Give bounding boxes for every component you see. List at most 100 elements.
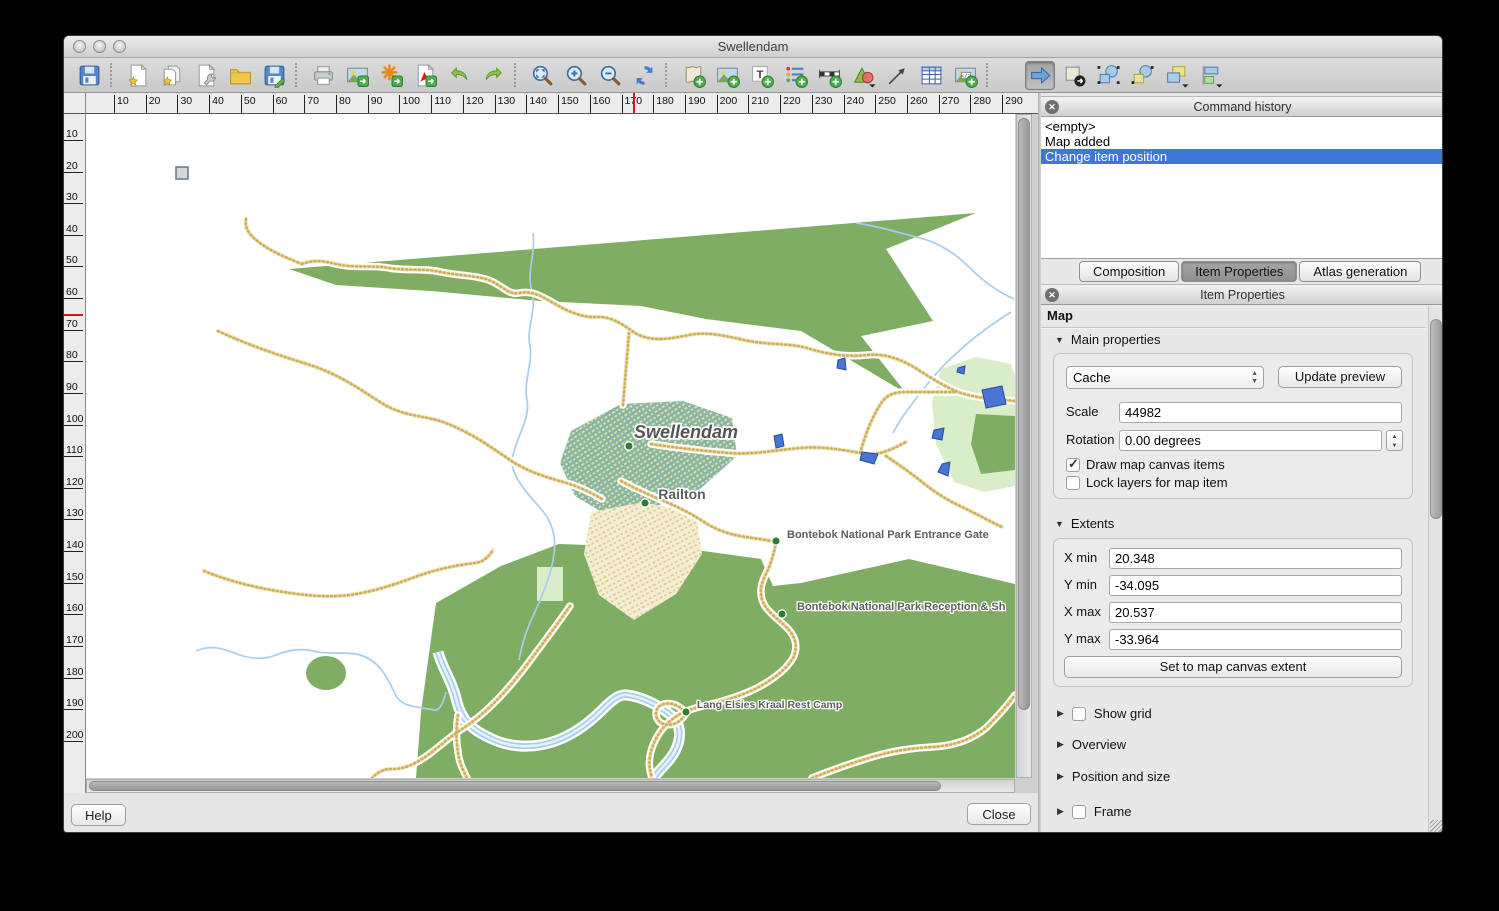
section-position-and-size[interactable]: ▶Position and size	[1057, 769, 1170, 784]
ruler-tick-label: 130	[498, 95, 516, 107]
show-grid-checkbox[interactable]	[1072, 707, 1086, 721]
new-composition-button[interactable]	[123, 61, 153, 90]
panel-vertical-scrollbar[interactable]	[1428, 306, 1443, 832]
redo-icon	[481, 63, 506, 88]
add-arrow-button[interactable]	[882, 61, 912, 90]
move-item-content-button[interactable]	[1059, 61, 1089, 90]
canvas-horizontal-scrollbar[interactable]	[86, 779, 1015, 793]
save-composition-button[interactable]	[74, 61, 104, 90]
collapse-triangle-icon: ▶	[1057, 771, 1064, 782]
composition-paper[interactable]: SwellendamRailtonBontebok National Park …	[86, 114, 1015, 778]
command-history-item[interactable]: <empty>	[1041, 119, 1443, 134]
lock-layers-row[interactable]: Lock layers for map item	[1066, 475, 1228, 490]
close-dock-icon[interactable]: ✕	[1045, 288, 1059, 302]
close-window-button[interactable]	[73, 40, 86, 53]
main-properties-header[interactable]: ▼ Main properties	[1055, 332, 1161, 347]
load-template-button[interactable]	[225, 61, 255, 90]
draw-map-canvas-items-row[interactable]: Draw map canvas items	[1066, 457, 1225, 472]
ruler-tick	[64, 488, 83, 489]
item-properties-dock-header: ✕ Item Properties	[1041, 284, 1443, 305]
zoom-full-icon	[530, 63, 555, 88]
zoom-full-button[interactable]	[527, 61, 557, 90]
map-item-selection-handle[interactable]	[176, 167, 188, 179]
ruler-tick	[64, 140, 83, 141]
align-selected-items-button[interactable]	[1195, 61, 1225, 90]
map-item[interactable]: SwellendamRailtonBontebok National Park …	[86, 114, 1015, 778]
add-legend-button[interactable]	[780, 61, 810, 90]
composition-canvas[interactable]: SwellendamRailtonBontebok National Park …	[86, 114, 1038, 793]
section-show-grid[interactable]: ▶Show grid	[1057, 706, 1152, 721]
place-marker-dot	[682, 708, 690, 716]
command-history-item[interactable]: Change item position	[1041, 149, 1443, 164]
add-html-frame-button[interactable]: </>	[950, 61, 980, 90]
rotation-spinner[interactable]: ▲▼	[1386, 430, 1403, 451]
ruler-tick	[64, 425, 83, 426]
redo-button[interactable]	[478, 61, 508, 90]
draw-map-canvas-items-checkbox[interactable]	[1066, 458, 1080, 472]
zoom-out-button[interactable]	[595, 61, 625, 90]
x-min-input[interactable]: 20.348	[1109, 548, 1402, 569]
save-as-template-button[interactable]	[259, 61, 289, 90]
ruler-tick-label: 30	[180, 95, 192, 107]
set-to-map-canvas-extent-button[interactable]: Set to map canvas extent	[1064, 656, 1402, 678]
print-button[interactable]	[308, 61, 338, 90]
window-resize-grip[interactable]	[1430, 820, 1443, 833]
undo-button[interactable]	[444, 61, 474, 90]
y-max-input[interactable]: -33.964	[1109, 629, 1402, 650]
tab-item-properties[interactable]: Item Properties	[1181, 261, 1297, 282]
tab-atlas-generation[interactable]: Atlas generation	[1299, 261, 1421, 282]
composer-manager-button[interactable]	[191, 61, 221, 90]
help-button[interactable]: Help	[71, 804, 126, 826]
refresh-view-button[interactable]	[629, 61, 659, 90]
lock-layers-checkbox[interactable]	[1066, 476, 1080, 490]
duplicate-composition-button[interactable]	[157, 61, 187, 90]
ruler-tick-label: 120	[66, 476, 84, 488]
rotation-label: Rotation	[1066, 432, 1114, 447]
close-button[interactable]: Close	[967, 803, 1031, 825]
ungroup-items-button[interactable]	[1127, 61, 1157, 90]
ruler-tick	[970, 95, 971, 113]
export-image-button[interactable]	[342, 61, 372, 90]
ruler-tick-label: 250	[878, 95, 896, 107]
add-new-map-button[interactable]	[678, 61, 708, 90]
ruler-tick	[64, 709, 83, 710]
titlebar[interactable]: Swellendam	[64, 36, 1442, 58]
add-attribute-table-button[interactable]	[916, 61, 946, 90]
add-scalebar-button[interactable]	[814, 61, 844, 90]
scale-input[interactable]: 44982	[1119, 402, 1402, 423]
frame-checkbox[interactable]	[1072, 805, 1086, 819]
ruler-tick	[64, 330, 83, 331]
section-frame[interactable]: ▶Frame	[1057, 804, 1131, 819]
group-items-button[interactable]	[1093, 61, 1123, 90]
minimize-window-button[interactable]	[93, 40, 106, 53]
x-max-input[interactable]: 20.537	[1109, 602, 1402, 623]
canvas-vertical-scrollbar[interactable]	[1016, 114, 1032, 778]
update-preview-button[interactable]: Update preview	[1278, 366, 1402, 388]
section-overview[interactable]: ▶Overview	[1057, 737, 1126, 752]
ruler-tick-label: 70	[66, 318, 78, 330]
ruler-tick	[64, 519, 83, 520]
extents-header[interactable]: ▼ Extents	[1055, 516, 1114, 531]
close-dock-icon[interactable]: ✕	[1045, 100, 1059, 114]
rotation-input[interactable]: 0.00 degrees	[1119, 430, 1382, 451]
collapse-triangle-icon: ▼	[1055, 519, 1064, 529]
command-history-item[interactable]: Map added	[1041, 134, 1443, 149]
add-scalebar-icon	[817, 63, 842, 88]
export-pdf-button[interactable]	[410, 61, 440, 90]
ruler-tick-label: 20	[66, 160, 78, 172]
tab-composition[interactable]: Composition	[1079, 261, 1179, 282]
zoom-window-button[interactable]	[113, 40, 126, 53]
y-min-input[interactable]: -34.095	[1109, 575, 1402, 596]
add-label-button[interactable]: T	[746, 61, 776, 90]
export-svg-button[interactable]	[376, 61, 406, 90]
add-basic-shape-button[interactable]	[848, 61, 878, 90]
raise-selected-items-button[interactable]	[1161, 61, 1191, 90]
zoom-in-button[interactable]	[561, 61, 591, 90]
ruler-tick-label: 120	[466, 95, 484, 107]
preview-mode-select[interactable]: Cache ▲▼	[1066, 366, 1264, 389]
save-composition-icon	[77, 63, 102, 88]
composition-workspace: 1020304050607080901001101201301401501601…	[64, 93, 1038, 833]
select-move-item-button[interactable]	[1025, 61, 1055, 90]
toolbar-separator	[295, 63, 302, 87]
add-image-button[interactable]	[712, 61, 742, 90]
